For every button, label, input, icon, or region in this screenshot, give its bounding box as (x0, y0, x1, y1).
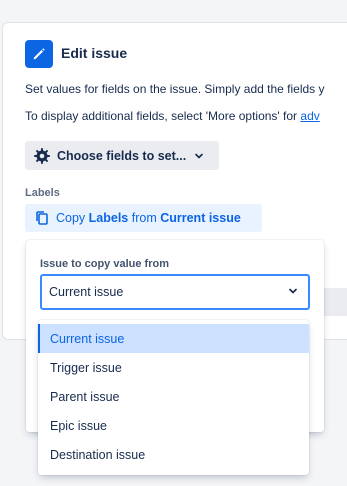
copy-source: Current issue (160, 211, 241, 225)
copy-prefix: Copy (56, 211, 89, 225)
menu-option-destination-issue[interactable]: Destination issue (38, 440, 309, 469)
copy-icon (34, 210, 50, 226)
description-line-1: Set values for fields on the issue. Simp… (25, 82, 325, 96)
copy-field: Labels (88, 211, 129, 225)
menu-option-current-issue[interactable]: Current issue (38, 324, 309, 353)
issue-source-menu: Current issue Trigger issue Parent issue… (38, 320, 309, 475)
choose-fields-button[interactable]: Choose fields to set... (25, 141, 219, 170)
copy-button-text: Copy Labels from Current issue (56, 211, 241, 225)
description-line-2: To display additional fields, select 'Mo… (25, 109, 320, 123)
chevron-down-icon (287, 285, 299, 300)
pencil-icon (25, 40, 53, 68)
menu-option-trigger-issue[interactable]: Trigger issue (38, 353, 309, 382)
select-value: Current issue (49, 285, 124, 299)
description-line-2-text: To display additional fields, select 'Mo… (25, 109, 301, 123)
menu-option-parent-issue[interactable]: Parent issue (38, 382, 309, 411)
issue-source-select[interactable]: Current issue (40, 274, 310, 310)
card-title: Edit issue (61, 45, 128, 61)
copy-middle: from (128, 211, 161, 225)
advanced-link[interactable]: adv (300, 109, 319, 123)
chevron-down-icon (194, 151, 204, 161)
popover-label: Issue to copy value from (40, 258, 169, 270)
choose-fields-label: Choose fields to set... (57, 148, 187, 163)
labels-heading: Labels (25, 187, 60, 199)
gear-icon (33, 147, 51, 165)
menu-option-epic-issue[interactable]: Epic issue (38, 411, 309, 440)
background-field (324, 288, 347, 316)
copy-labels-button[interactable]: Copy Labels from Current issue (25, 204, 262, 232)
